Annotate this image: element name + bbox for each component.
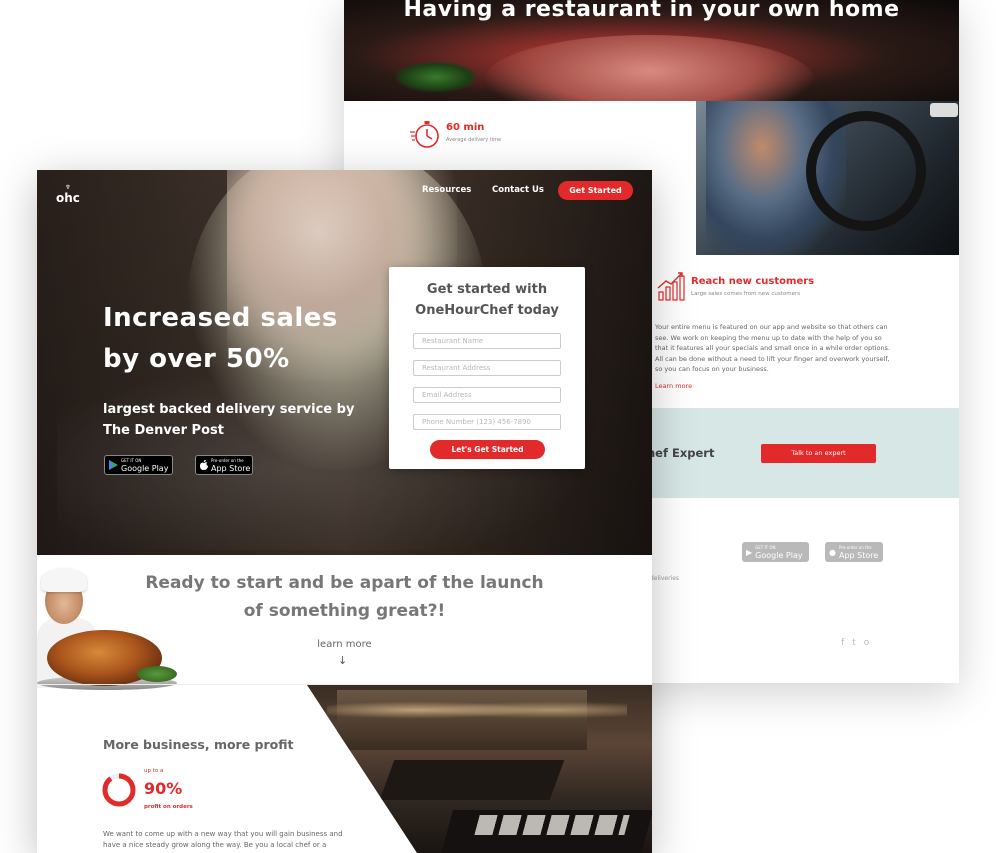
- bar-lights: [327, 695, 627, 725]
- section-divider: [37, 684, 652, 685]
- chef-hat: [41, 568, 87, 592]
- instagram-icon[interactable]: o: [864, 638, 870, 648]
- badge-big-text: Google Play: [121, 464, 169, 473]
- reach-body: Your entire menu is featured on our app …: [655, 323, 891, 373]
- back-hero-title: Having a restaurant in your own home: [403, 0, 900, 22]
- rear-mirror: [930, 103, 958, 117]
- expert-label: hef Expert: [647, 446, 715, 460]
- restaurant-address-input[interactable]: [413, 360, 561, 376]
- badge-big-text: Google Play: [755, 551, 803, 560]
- delivery-value: 60 min: [446, 122, 485, 133]
- arrow-down-icon[interactable]: ↓: [338, 654, 347, 667]
- front-hero-image: ♆ ohc Resources Contact Us Get Started I…: [37, 170, 652, 555]
- reach-learn-more-link[interactable]: Learn more: [655, 382, 692, 390]
- deliveries-text: deliveries: [650, 575, 680, 582]
- hero-subtitle: largest backed delivery service by The D…: [103, 402, 355, 438]
- apple-icon: ●: [829, 547, 836, 557]
- back-hero-image: Having a restaurant in your own home: [344, 0, 959, 101]
- restaurant-name-input[interactable]: [413, 333, 561, 349]
- table-back: [379, 760, 565, 800]
- talk-to-expert-button[interactable]: Talk to an expert: [761, 444, 876, 463]
- signup-title: Get started with OneHourChef today: [415, 282, 559, 318]
- get-started-button[interactable]: Get Started: [558, 181, 633, 200]
- badge-big-text: App Store: [211, 464, 251, 473]
- driver-photo: [696, 101, 959, 255]
- delivery-label: Average delivery time: [446, 137, 502, 143]
- lets-get-started-button[interactable]: Let's Get Started: [430, 440, 545, 459]
- twitter-icon[interactable]: t: [852, 638, 856, 648]
- growth-chart-icon: [657, 272, 685, 301]
- phone-input[interactable]: [413, 414, 561, 430]
- hero-greens: [396, 62, 476, 92]
- play-icon: ▶: [746, 547, 753, 557]
- social-icons: f t o: [841, 638, 869, 648]
- cta-title: Ready to start and be apart of the launc…: [145, 573, 544, 621]
- profit-donut-chart: [102, 773, 136, 807]
- front-page-preview: ♆ ohc Resources Contact Us Get Started I…: [37, 170, 652, 853]
- facebook-icon[interactable]: f: [841, 638, 844, 648]
- restaurant-interior-image: [307, 685, 652, 853]
- steering-wheel: [806, 111, 926, 231]
- badge-big-text: App Store: [838, 551, 879, 560]
- logo-text: ohc: [56, 191, 80, 205]
- app-store-badge[interactable]: Pre-order on the App Store: [195, 455, 253, 475]
- ohc-logo[interactable]: ♆ ohc: [56, 182, 80, 204]
- google-play-badge[interactable]: GET IT ON Google Play: [104, 455, 173, 475]
- profit-label: profit on orders: [144, 804, 193, 810]
- stopwatch-icon: [410, 121, 439, 148]
- reach-subtitle: Large sales comes from new customers: [691, 291, 801, 297]
- nav-contact-us[interactable]: Contact Us: [492, 185, 544, 195]
- profit-up-to: up to a: [144, 768, 164, 774]
- nav-resources[interactable]: Resources: [422, 185, 471, 195]
- play-icon: [109, 460, 118, 470]
- profit-title: More business, more profit: [103, 737, 294, 752]
- signup-card: Get started with OneHourChef today Let's…: [389, 267, 585, 469]
- table-menus: [474, 815, 630, 835]
- profit-body: We want to come up with a new way that y…: [103, 830, 343, 849]
- reach-title: Reach new customers: [691, 276, 815, 287]
- back-google-play-badge[interactable]: ▶ GET IT ON Google Play: [742, 542, 809, 562]
- hero-title: Increased sales by over 50%: [103, 303, 338, 374]
- back-app-store-badge[interactable]: ● Pre-order on the App Store: [825, 542, 883, 562]
- profit-percent: 90%: [144, 779, 183, 798]
- garnish: [137, 666, 177, 682]
- email-input[interactable]: [413, 387, 561, 403]
- learn-more-link[interactable]: learn more: [37, 639, 652, 650]
- hero-arm: [484, 35, 814, 101]
- apple-icon: [200, 460, 208, 470]
